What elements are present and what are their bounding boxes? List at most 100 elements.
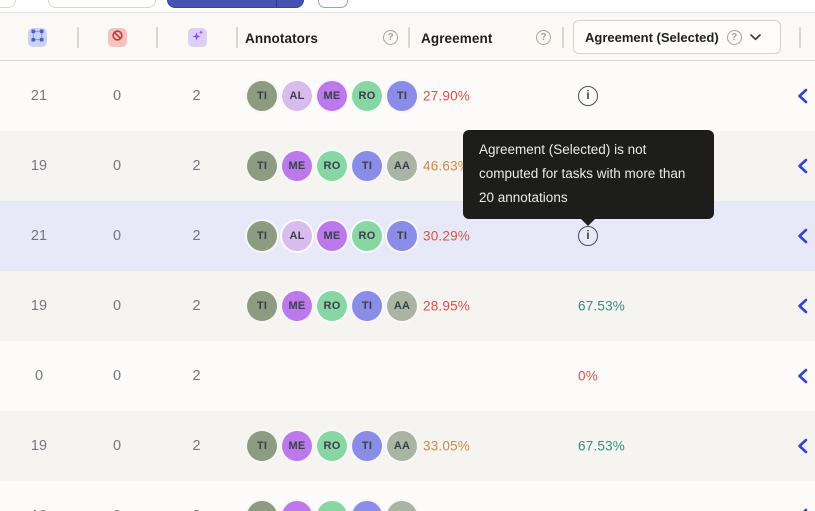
expand-chevron-icon[interactable] [796,88,810,104]
annotator-avatar: RO [350,219,384,253]
info-icon[interactable]: i [578,86,598,106]
agreement-selected-value: 67.53% [578,438,625,454]
annotator-avatar: TI [350,499,384,511]
predictions-count: 2 [192,158,201,174]
toolbar-input-fragment[interactable] [48,0,156,8]
annotator-avatar: AL [280,219,314,253]
header-divider [77,27,79,48]
skipped-count: 0 [112,228,122,244]
annotator-avatar: AA [385,149,419,183]
header-divider [562,27,564,48]
table-row[interactable]: 0 0 2 0% [0,341,815,411]
agreement-selected-value: 67.53% [578,298,625,314]
header-divider [156,27,158,48]
predictions-count: 2 [192,298,201,314]
annotator-avatar: RO [315,149,349,183]
annotator-avatar: TI [350,429,384,463]
annotator-avatar: ME [315,219,349,253]
annotations-count: 19 [0,481,78,511]
sparkles-icon [191,29,204,47]
top-toolbar [0,0,815,12]
annotator-avatar: RO [350,79,384,113]
annotator-avatars: TI AL ME RO TI [245,79,419,113]
annotator-avatar: TI [245,499,279,511]
split-button-divider [276,0,277,7]
annotator-avatar: RO [315,429,349,463]
annotations-count: 21 [30,228,48,244]
annotator-avatars: TI ME RO TI AA [245,499,419,511]
primary-action-button[interactable] [167,0,304,8]
skipped-count: 0 [112,158,122,174]
table-header-row: Annotators ? Agreement ? Agreement (Sele… [0,13,815,61]
annotator-avatar: TI [385,79,419,113]
annotator-avatar: AA [385,429,419,463]
annotator-avatar: AL [280,79,314,113]
agreement-selected-label: Agreement (Selected) [585,29,719,45]
annotator-avatar: ME [280,429,314,463]
annotator-avatar: RO [315,499,349,511]
expand-chevron-icon[interactable] [796,298,810,314]
predictions-count: 2 [156,481,237,511]
header-divider [236,27,238,48]
skipped-count: 0 [112,368,122,384]
annotator-avatars: TI ME RO TI AA [245,149,419,183]
table-body: 21 0 2 TI AL ME RO TI 27.90% i 19 0 2 TI… [0,61,815,511]
annotator-avatar: ME [315,79,349,113]
column-header-predictions[interactable] [188,28,207,47]
agreement-selected-help-icon[interactable]: ? [726,29,742,45]
annotator-avatar: RO [315,289,349,323]
tasks-table: Annotators ? Agreement ? Agreement (Sele… [0,12,815,511]
column-header-skipped[interactable] [108,28,127,47]
chevron-down-icon [749,28,761,46]
annotations-count: 21 [30,88,48,104]
skipped-count: 0 [112,438,122,454]
info-icon[interactable]: i [578,226,598,246]
agreement-help-icon[interactable]: ? [536,30,551,45]
toolbar-outline-button[interactable] [318,0,348,8]
column-header-annotators[interactable]: Annotators [245,31,318,46]
annotations-count: 0 [34,368,44,384]
agreement-value: 33.05% [423,438,470,454]
toolbar-button-fragment[interactable] [0,0,16,8]
expand-chevron-icon[interactable] [796,438,810,454]
table-row[interactable]: 21 0 2 TI AL ME RO TI 27.90% i [0,61,815,131]
skipped-count: 0 [78,481,156,511]
annotations-count: 19 [30,298,48,314]
annotator-avatars: TI ME RO TI AA [245,289,419,323]
expand-chevron-icon[interactable] [796,158,810,174]
annotators-help-icon[interactable]: ? [383,30,398,45]
annotator-avatar: ME [280,149,314,183]
skipped-count: 0 [112,88,122,104]
annotator-avatar: AA [385,289,419,323]
expand-chevron-icon[interactable] [796,228,810,244]
table-row[interactable]: 19 0 2 TI ME RO TI AA 31.58% 43.86% [0,481,815,511]
header-divider [799,27,801,48]
expand-chevron-icon[interactable] [796,368,810,384]
agreement-selected-tooltip: Agreement (Selected) is not computed for… [463,130,714,226]
annotator-avatars: TI AL ME RO TI [245,219,419,253]
table-row[interactable]: 19 0 2 TI ME RO TI AA 28.95% 67.53% [0,271,815,341]
annotator-avatar: ME [280,499,314,511]
column-header-agreement[interactable]: Agreement [421,31,492,46]
annotations-count: 19 [30,438,48,454]
annotator-avatar: TI [245,149,279,183]
predictions-count: 2 [192,228,201,244]
agreement-selected-value: 0% [578,368,598,384]
predictions-count: 2 [192,88,201,104]
annotator-avatar: TI [385,219,419,253]
agreement-value: 27.90% [423,88,470,104]
cancelled-icon [111,29,124,47]
predictions-count: 2 [192,438,201,454]
annotations-count: 19 [30,158,48,174]
agreement-selected-dropdown[interactable]: Agreement (Selected) ? [573,20,781,54]
agreement-value: 30.29% [423,228,470,244]
annotator-avatars: TI ME RO TI AA [245,429,419,463]
annotator-avatar: TI [245,289,279,323]
table-row[interactable]: 19 0 2 TI ME RO TI AA 33.05% 67.53% [0,411,815,481]
column-header-annotations[interactable] [28,28,47,47]
annotator-avatar: TI [350,149,384,183]
annotator-avatar: AA [385,499,419,511]
annotator-avatar: TI [245,219,279,253]
annotator-avatar: TI [350,289,384,323]
agreement-value: 28.95% [423,298,470,314]
